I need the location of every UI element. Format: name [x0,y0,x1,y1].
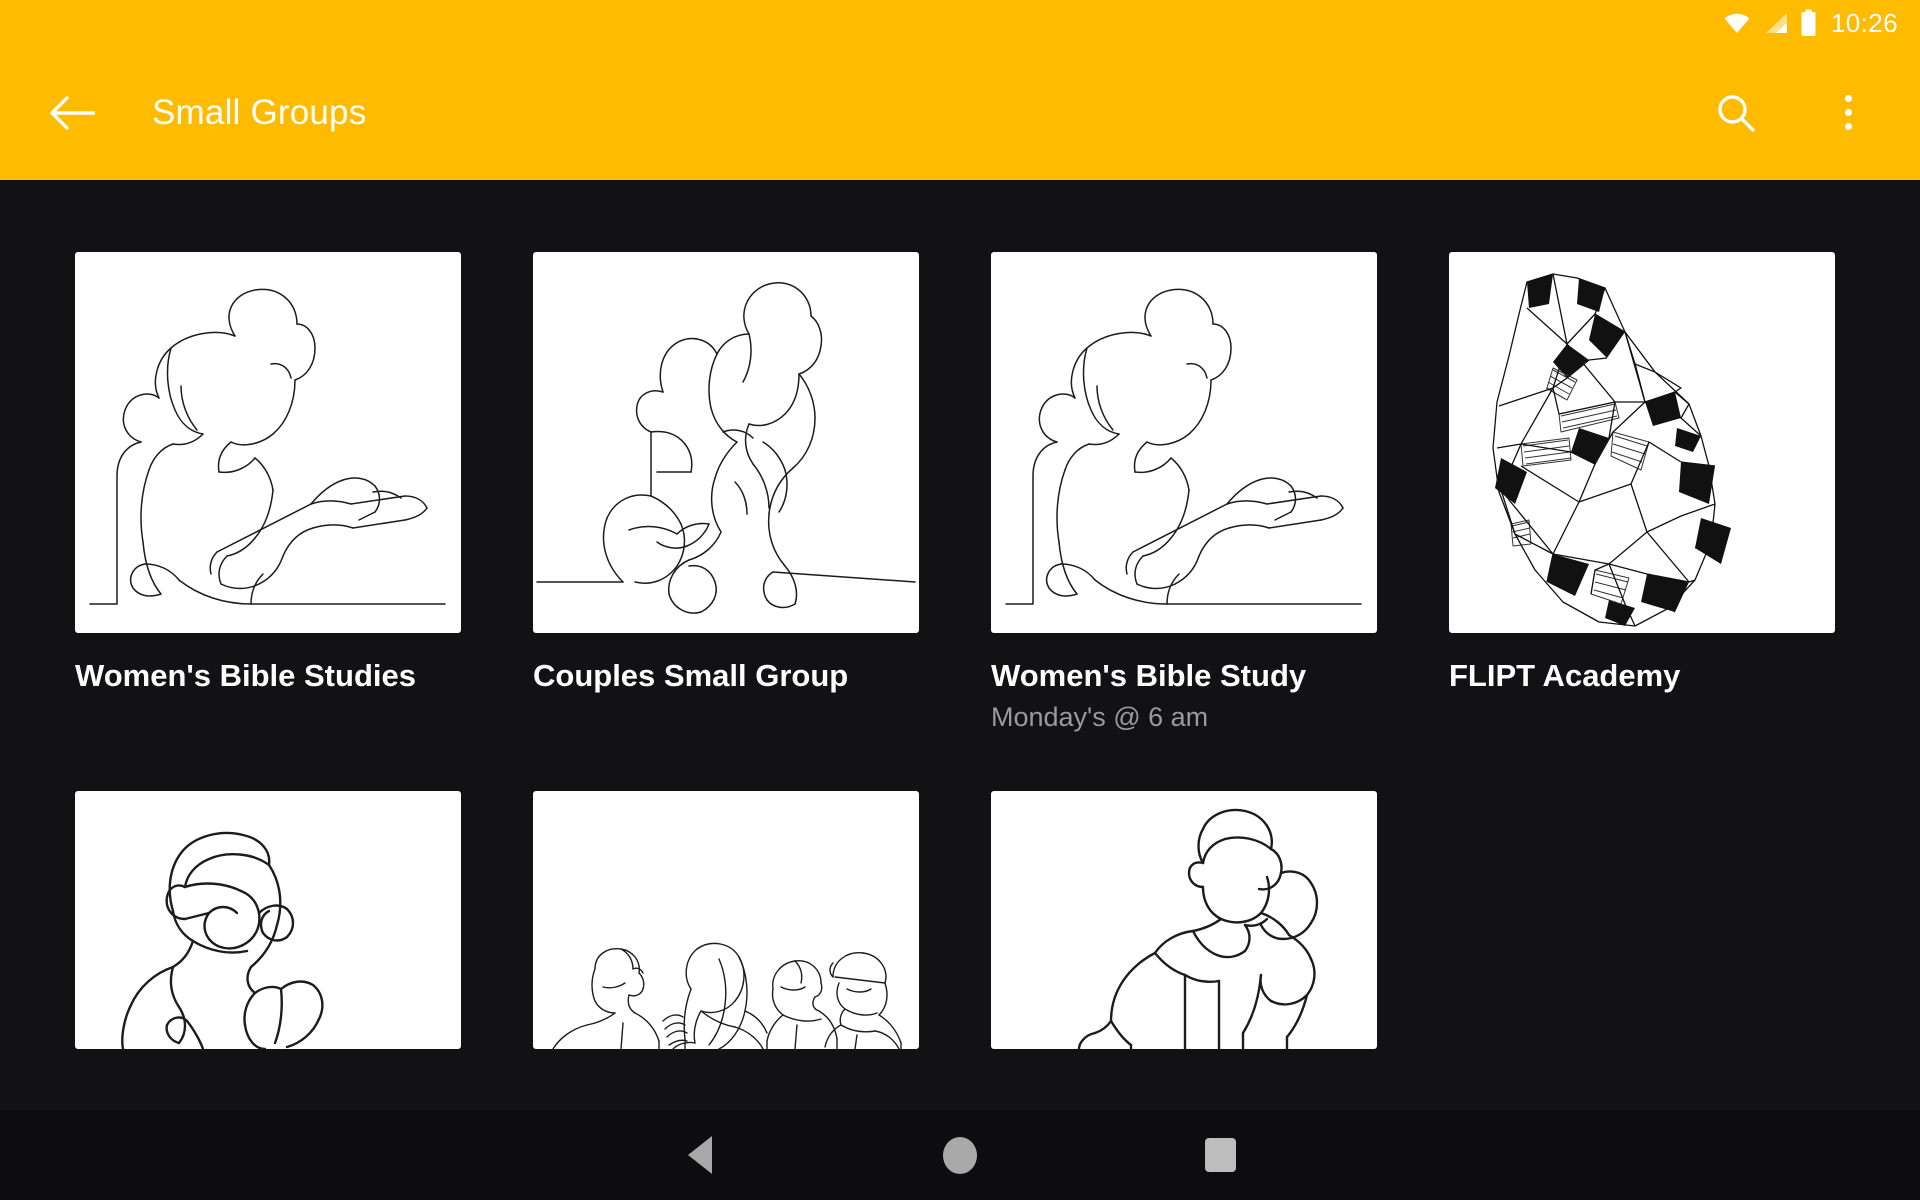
group-conversation-line-art [533,790,919,1049]
android-navigation-bar [0,1110,1920,1200]
overflow-dot [1844,109,1852,116]
group-card-title: FLIPT Academy [1449,658,1681,693]
geometric-anatomical-heart [1449,252,1835,633]
overflow-dots [1844,95,1852,130]
woman-reading-book-line-art [75,252,461,633]
group-card[interactable]: Couples Small Group [533,252,919,731]
status-time: 10:26 [1830,7,1898,38]
status-bar: 10:26 [0,0,1920,45]
back-arrow-icon[interactable] [36,77,108,149]
nav-recents-square-icon[interactable] [1150,1110,1290,1200]
man-hand-behind-head-line-art [991,790,1377,1049]
group-card[interactable]: FLIPT Academy [1449,252,1835,731]
group-grid: Women's Bible Studies Couples Small Grou… [0,180,1920,1049]
thinking-man-with-glasses-line-art [75,790,461,1049]
app-bar: Small Groups [0,45,1920,180]
group-card[interactable]: Women's Bible Studies [75,252,461,731]
nav-back-triangle-icon[interactable] [630,1110,770,1200]
group-card-title: Women's Bible Studies [75,658,416,693]
group-card-title: Couples Small Group [533,658,849,693]
group-card[interactable]: Women's Bible Study Monday's @ 6 am [991,252,1377,731]
group-row [0,731,1920,1049]
overflow-dot [1844,123,1852,130]
group-card-subtitle: Monday's @ 6 am [991,701,1209,732]
group-card[interactable] [533,790,919,1049]
search-icon[interactable] [1700,77,1772,149]
group-card[interactable] [991,790,1377,1049]
wifi-icon [1722,11,1752,35]
overflow-menu-icon[interactable] [1812,77,1884,149]
cell-signal-icon [1762,11,1790,35]
nav-home-circle-icon[interactable] [890,1110,1030,1200]
page-title: Small Groups [152,92,367,132]
battery-icon [1800,9,1817,37]
group-row: Women's Bible Studies Couples Small Grou… [0,180,1920,731]
couple-embracing-line-art [533,252,919,633]
group-card[interactable] [75,790,461,1049]
group-list-scroll-area[interactable]: Women's Bible Studies Couples Small Grou… [0,180,1920,1110]
woman-reading-book-line-art [991,252,1377,633]
overflow-dot [1844,95,1852,102]
group-card-title: Women's Bible Study [991,658,1307,693]
